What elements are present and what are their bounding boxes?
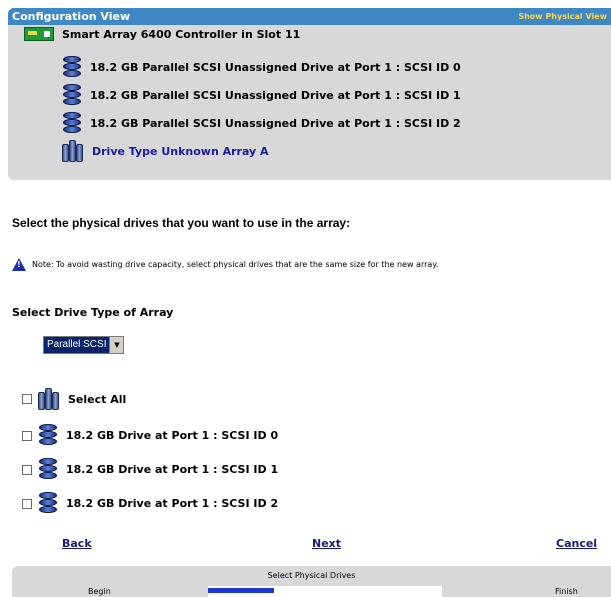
drive-checkbox[interactable] <box>22 430 32 441</box>
warning-icon <box>12 258 26 271</box>
hard-drive-icon <box>62 56 82 79</box>
unassigned-drive-tree-item[interactable]: 18.2 GB Parallel SCSI Unassigned Drive a… <box>62 56 461 79</box>
drive-type-selected-value: Parallel SCSI <box>44 337 110 353</box>
configuration-view-title: Configuration View <box>12 10 131 23</box>
array-tree-item[interactable]: Drive Type Unknown Array A <box>62 140 269 162</box>
unassigned-drive-label: 18.2 GB Parallel SCSI Unassigned Drive a… <box>90 89 461 102</box>
unassigned-drive-tree-item[interactable]: 18.2 GB Parallel SCSI Unassigned Drive a… <box>62 84 461 107</box>
drive-checkbox[interactable] <box>22 464 32 475</box>
capacity-note-text: Note: To avoid wasting drive capacity, s… <box>32 260 439 269</box>
page-prompt: Select the physical drives that you want… <box>12 216 351 230</box>
hard-drive-icon <box>62 112 82 135</box>
hard-drive-icon <box>38 424 58 447</box>
wizard-finish-label: Finish <box>555 587 578 596</box>
select-all-checkbox[interactable] <box>22 394 32 404</box>
cancel-link[interactable]: Cancel <box>556 537 597 550</box>
drive-checkbox-row: 18.2 GB Drive at Port 1 : SCSI ID 0 <box>22 424 278 447</box>
show-physical-view-link[interactable]: Show Physical View <box>518 12 607 21</box>
hard-drive-icon <box>62 84 82 107</box>
controller-icon <box>24 27 54 41</box>
drive-type-label: Select Drive Type of Array <box>12 306 174 319</box>
wizard-progress-bar <box>208 586 442 597</box>
select-all-label: Select All <box>68 392 127 406</box>
capacity-note: Note: To avoid wasting drive capacity, s… <box>12 258 438 271</box>
drive-array-icon <box>38 388 60 410</box>
array-label: Drive Type Unknown Array A <box>92 144 269 158</box>
configuration-view-header: Configuration View Show Physical View <box>8 8 611 25</box>
unassigned-drive-label: 18.2 GB Parallel SCSI Unassigned Drive a… <box>90 61 461 74</box>
wizard-progress-fill <box>208 588 274 593</box>
wizard-step-title: Select Physical Drives <box>267 571 356 580</box>
drive-checkbox-row: 18.2 GB Drive at Port 1 : SCSI ID 1 <box>22 458 278 481</box>
chevron-down-icon[interactable]: ▼ <box>109 337 124 353</box>
drive-label: 18.2 GB Drive at Port 1 : SCSI ID 1 <box>66 463 279 476</box>
controller-tree-item[interactable]: Smart Array 6400 Controller in Slot 11 <box>24 27 300 41</box>
wizard-progress-panel: Select Physical Drives Begin Finish <box>12 566 611 597</box>
wizard-begin-label: Begin <box>88 587 111 596</box>
select-all-row: Select All <box>22 388 126 410</box>
next-link[interactable]: Next <box>312 537 341 550</box>
drive-array-icon <box>62 140 84 162</box>
drive-checkbox[interactable] <box>22 498 32 509</box>
hard-drive-icon <box>38 458 58 481</box>
drive-label: 18.2 GB Drive at Port 1 : SCSI ID 0 <box>66 429 279 442</box>
unassigned-drive-tree-item[interactable]: 18.2 GB Parallel SCSI Unassigned Drive a… <box>62 112 461 135</box>
drive-label: 18.2 GB Drive at Port 1 : SCSI ID 2 <box>66 497 279 510</box>
drive-type-select[interactable]: Parallel SCSI ▼ <box>43 336 125 354</box>
unassigned-drive-label: 18.2 GB Parallel SCSI Unassigned Drive a… <box>90 117 461 130</box>
controller-label: Smart Array 6400 Controller in Slot 11 <box>62 27 301 41</box>
drive-checkbox-row: 18.2 GB Drive at Port 1 : SCSI ID 2 <box>22 492 278 515</box>
hard-drive-icon <box>38 492 58 515</box>
back-link[interactable]: Back <box>62 537 92 550</box>
